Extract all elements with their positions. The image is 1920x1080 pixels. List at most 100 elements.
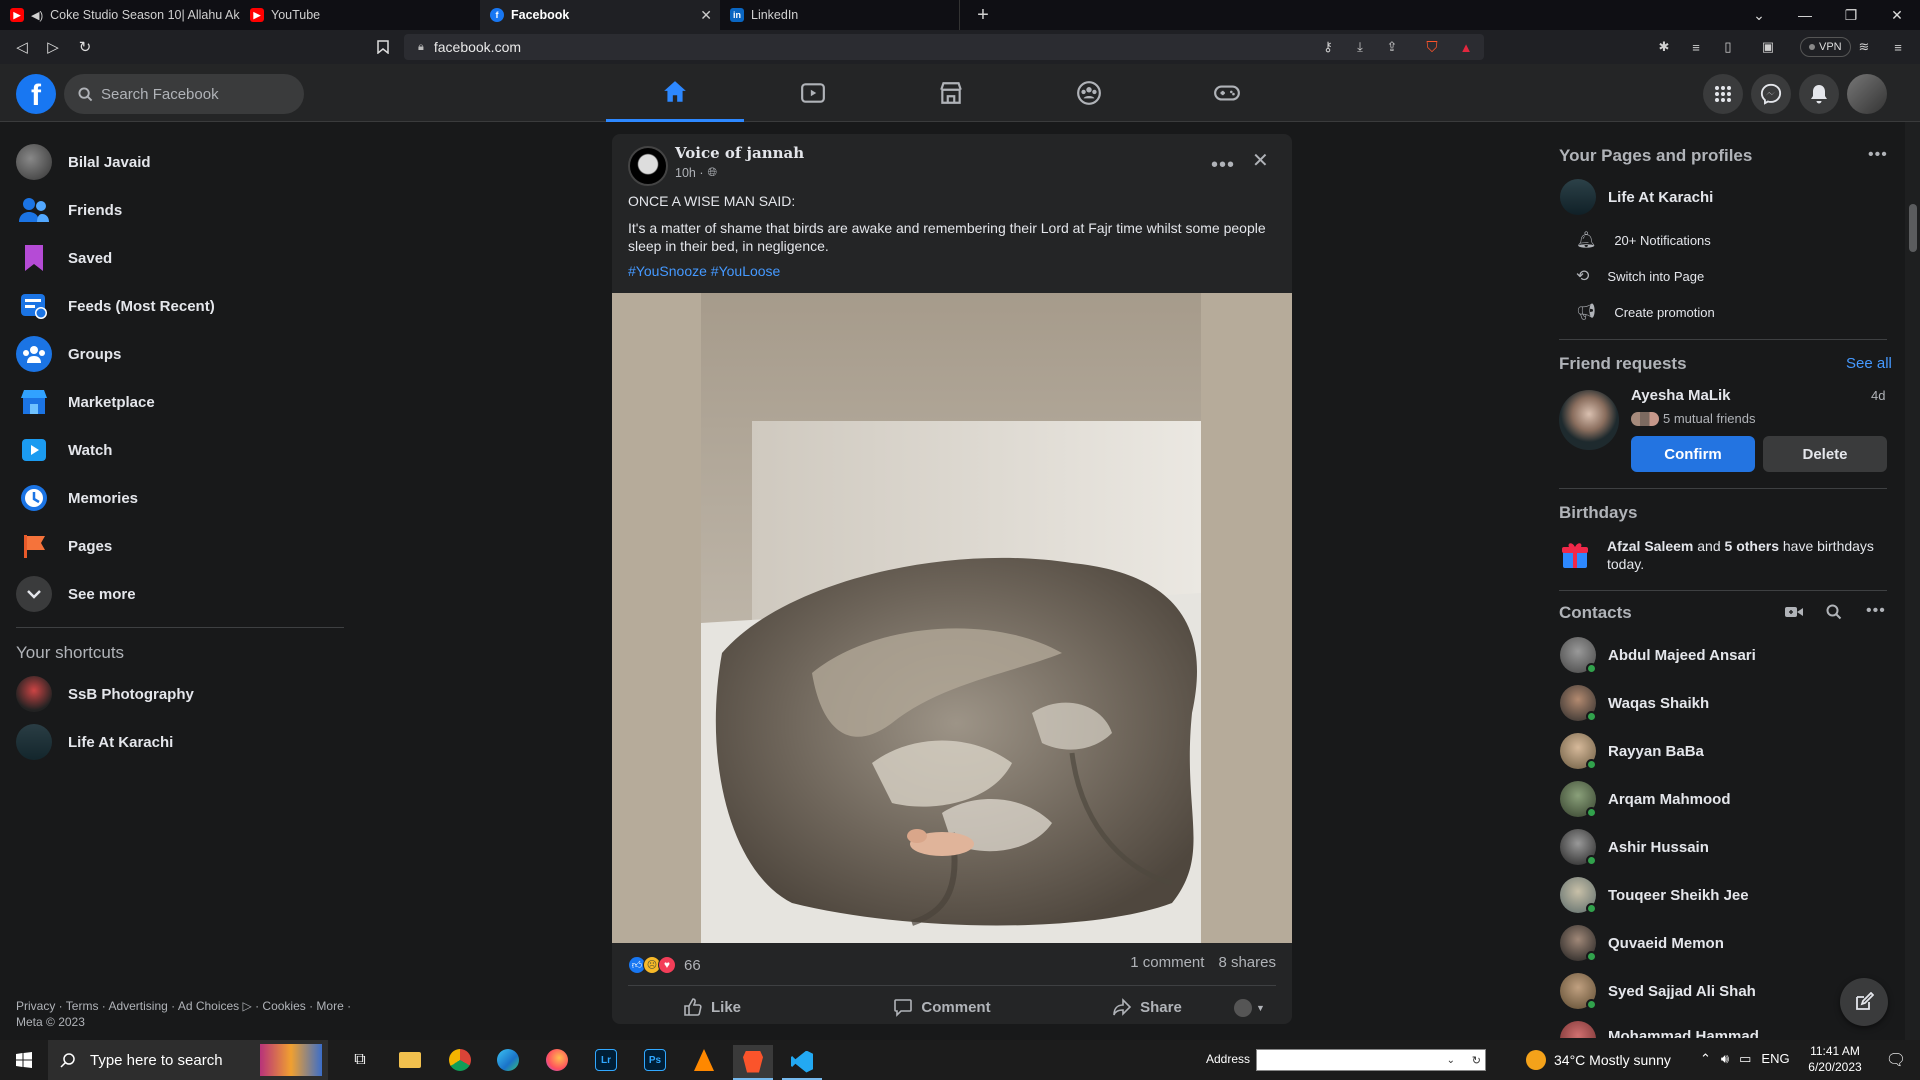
pages-more-icon[interactable]: •••: [1868, 146, 1888, 164]
new-room-icon[interactable]: [1785, 605, 1803, 622]
tab-watch[interactable]: [744, 64, 882, 122]
vpn-button[interactable]: VPN: [1800, 37, 1851, 57]
tray-chevron-icon[interactable]: ⌃: [1700, 1051, 1711, 1067]
taskbar-search-box[interactable]: Type here to search: [48, 1040, 328, 1080]
new-tab-button[interactable]: +: [966, 0, 1000, 30]
contact-item[interactable]: Ashir Hussain: [1560, 829, 1709, 866]
brave-taskbar-icon[interactable]: [733, 1045, 773, 1080]
vscode-icon[interactable]: [782, 1045, 822, 1080]
brave-shield-icon[interactable]: ⛉: [1422, 37, 1442, 57]
search-contacts-icon[interactable]: [1826, 604, 1842, 625]
sidebar-item-feeds[interactable]: Feeds (Most Recent): [10, 283, 340, 329]
menu-grid-button[interactable]: [1703, 74, 1743, 114]
sidebar-item-saved[interactable]: Saved: [10, 235, 340, 281]
requester-name[interactable]: Ayesha MaLik: [1631, 387, 1731, 404]
profile-stripes-icon[interactable]: ≋: [1854, 37, 1874, 57]
facebook-logo[interactable]: f: [16, 74, 56, 114]
windows-start-icon[interactable]: [4, 1045, 44, 1075]
tab-home[interactable]: [606, 64, 744, 122]
share-count[interactable]: 8 shares: [1218, 954, 1276, 971]
see-all-link[interactable]: See all: [1846, 355, 1892, 372]
contact-item[interactable]: Arqam Mahmood: [1560, 781, 1731, 818]
reactions-summary[interactable]: 👍︎ ☹ ♥ 66: [628, 956, 701, 974]
scrollbar-thumb[interactable]: [1909, 204, 1917, 252]
post-time[interactable]: 10h ·: [675, 166, 704, 180]
extensions-icon[interactable]: ✱: [1654, 37, 1674, 57]
sidebar-item-memories[interactable]: Memories: [10, 475, 340, 521]
task-view-icon[interactable]: ⧉: [340, 1045, 380, 1075]
sidebar-item-marketplace[interactable]: Marketplace: [10, 379, 340, 425]
page-scrollbar[interactable]: [1905, 122, 1920, 1040]
forward-icon[interactable]: ▷: [42, 36, 64, 58]
comment-count[interactable]: 1 comment: [1130, 954, 1204, 971]
requester-avatar[interactable]: [1559, 390, 1619, 450]
share-button[interactable]: Share: [1082, 990, 1212, 1024]
weather-widget[interactable]: 34°C Mostly sunny: [1526, 1050, 1671, 1070]
post-close-icon[interactable]: ✕: [1252, 148, 1269, 173]
brave-rewards-icon[interactable]: ▲: [1456, 37, 1476, 57]
back-icon[interactable]: ◁: [11, 36, 33, 58]
share-icon[interactable]: ⇪: [1382, 37, 1402, 57]
post-photo[interactable]: [612, 293, 1292, 943]
tab-groups[interactable]: [1020, 64, 1158, 122]
contact-item[interactable]: Rayyan BaBa: [1560, 733, 1704, 770]
notification-center-icon[interactable]: 🗨︎: [1876, 1045, 1916, 1075]
mutual-friends[interactable]: 5 mutual friends: [1631, 411, 1756, 426]
delete-button[interactable]: Delete: [1763, 436, 1887, 472]
shortcut-ssb-photography[interactable]: SsB Photography: [10, 671, 340, 717]
notifications-button[interactable]: [1799, 74, 1839, 114]
sidebar-item-profile[interactable]: Bilal Javaid: [10, 139, 340, 185]
go-icon[interactable]: ↻: [1472, 1054, 1481, 1067]
key-icon[interactable]: ⚷: [1318, 37, 1338, 57]
footer-links-line[interactable]: Privacy · Terms · Advertising · Ad Choic…: [16, 998, 351, 1014]
tab-youtube[interactable]: ▶ YouTube: [240, 0, 480, 30]
minimize-button[interactable]: —: [1782, 0, 1828, 30]
speaker-icon[interactable]: ◀): [31, 9, 43, 22]
tab-linkedin[interactable]: in LinkedIn: [720, 0, 960, 30]
sidebar-item-watch[interactable]: Watch: [10, 427, 340, 473]
clock[interactable]: 11:41 AM 6/20/2023: [1800, 1043, 1870, 1075]
firefox-icon[interactable]: [537, 1045, 577, 1075]
address-toolbar-input[interactable]: ⌄ ↻: [1256, 1049, 1486, 1071]
install-icon[interactable]: ⤓: [1350, 37, 1370, 57]
tab-marketplace[interactable]: [882, 64, 1020, 122]
playlist-icon[interactable]: ≡: [1686, 37, 1706, 57]
page-notifications[interactable]: 🔔︎ 20+ Notifications: [1576, 230, 1711, 250]
post-more-icon[interactable]: •••: [1211, 154, 1235, 177]
photoshop-icon[interactable]: Ps: [635, 1045, 675, 1075]
bookmark-icon[interactable]: [372, 36, 394, 58]
lightroom-icon[interactable]: Lr: [586, 1045, 626, 1075]
birthday-text[interactable]: Afzal Saleem and 5 others have birthdays…: [1607, 537, 1887, 573]
reaction-as-selector[interactable]: ▼: [1234, 998, 1274, 1018]
search-input[interactable]: Search Facebook: [64, 74, 304, 114]
tab-facebook[interactable]: f Facebook ✕: [480, 0, 720, 30]
contact-item[interactable]: Mohammad Hammad: [1560, 1021, 1759, 1038]
wallet-icon[interactable]: ▣: [1758, 37, 1778, 57]
shortcut-life-at-karachi[interactable]: Life At Karachi: [10, 719, 340, 765]
tab-list-icon[interactable]: ⌄: [1736, 0, 1782, 30]
comment-button[interactable]: Comment: [867, 990, 1017, 1024]
close-tab-icon[interactable]: ✕: [700, 7, 712, 24]
confirm-button[interactable]: Confirm: [1631, 436, 1755, 472]
contact-item[interactable]: Touqeer Sheikh Jee: [1560, 877, 1749, 914]
sidebar-item-friends[interactable]: Friends: [10, 187, 340, 233]
contact-item[interactable]: Abdul Majeed Ansari: [1560, 637, 1756, 674]
sidebar-item-groups[interactable]: Groups: [10, 331, 340, 377]
edge-icon[interactable]: [488, 1045, 528, 1075]
messenger-button[interactable]: [1751, 74, 1791, 114]
create-promotion[interactable]: 📢︎ Create promotion: [1576, 302, 1715, 322]
file-explorer-icon[interactable]: [390, 1045, 430, 1075]
vlc-icon[interactable]: [684, 1045, 724, 1075]
volume-icon[interactable]: 🔊︎: [1721, 1051, 1729, 1067]
sidebar-item-pages[interactable]: Pages: [10, 523, 340, 569]
page-life-at-karachi[interactable]: Life At Karachi: [1560, 179, 1713, 215]
post-author-name[interactable]: Voice of jannah: [675, 144, 804, 162]
tab-gaming[interactable]: [1158, 64, 1296, 122]
post-author-avatar[interactable]: [628, 146, 668, 186]
sidebar-icon[interactable]: ▯: [1718, 37, 1738, 57]
network-icon[interactable]: ▭: [1739, 1051, 1751, 1067]
post-hashtags[interactable]: #YouSnooze #YouLoose: [628, 263, 780, 279]
account-avatar[interactable]: [1847, 74, 1887, 114]
switch-into-page[interactable]: ⟲ Switch into Page: [1576, 266, 1704, 286]
chrome-icon[interactable]: [440, 1045, 480, 1075]
